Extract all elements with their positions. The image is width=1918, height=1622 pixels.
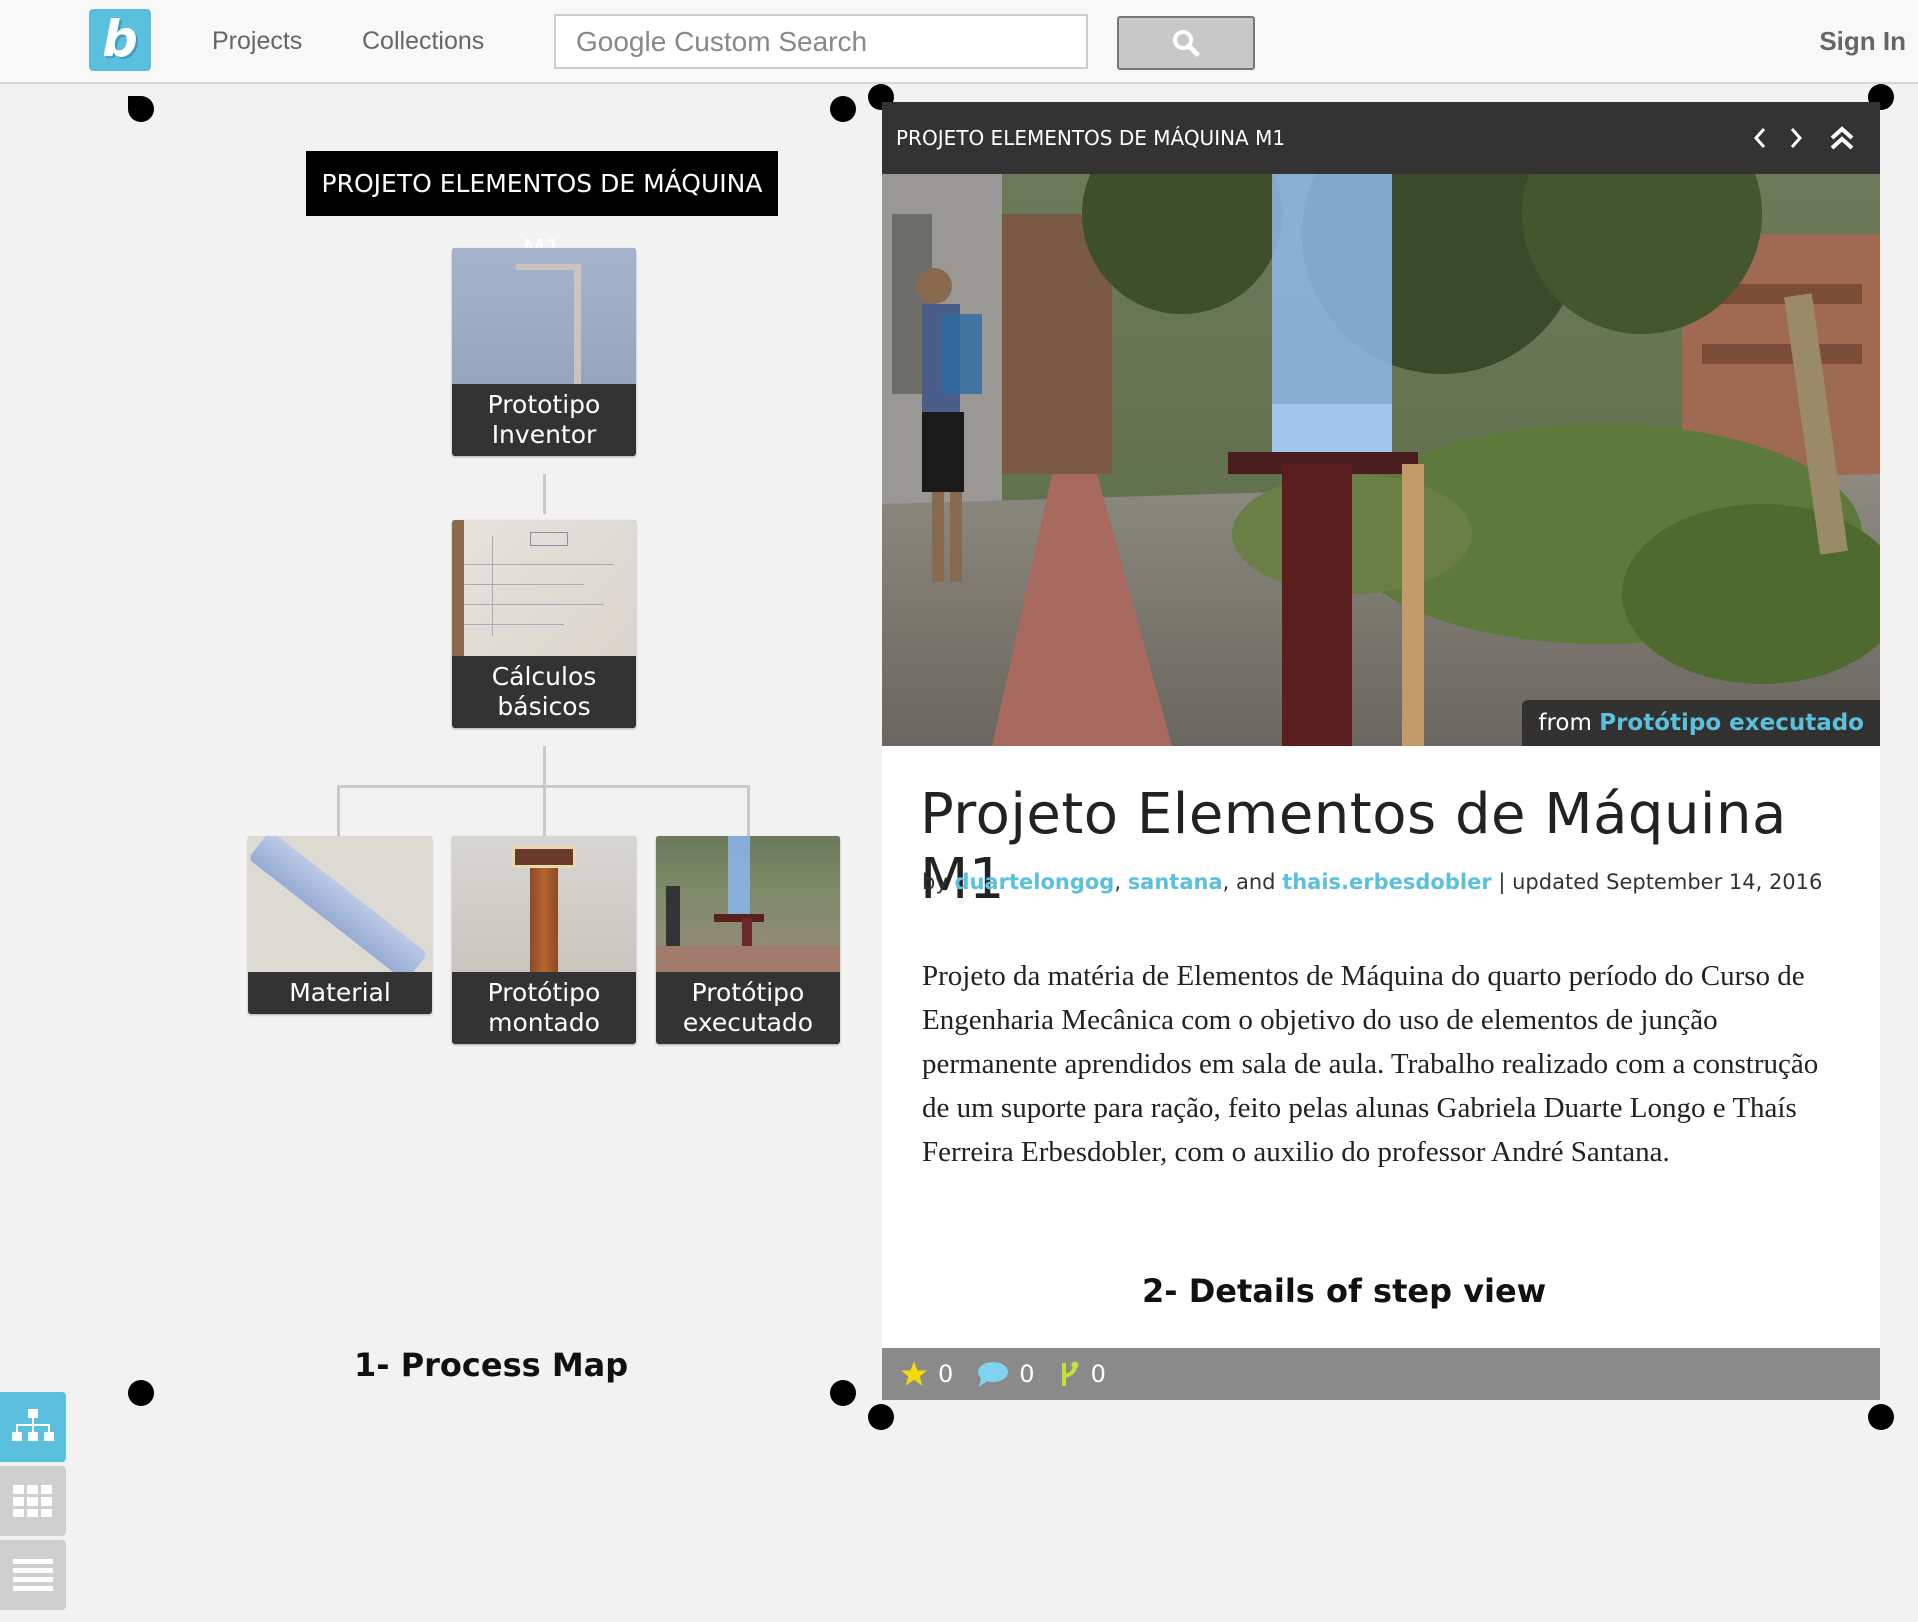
step-photo[interactable]: from Protótipo executado [882,174,1880,746]
branch-icon [1061,1361,1079,1386]
step-thumbnail [452,248,636,384]
step-node-prototipo-montado[interactable]: Protótipo montado [452,836,636,1044]
process-map-caption: 1- Process Map [354,1346,629,1384]
corner-marker [1868,1404,1894,1430]
step-node-material[interactable]: Material [248,836,432,1014]
sign-in-link[interactable]: Sign In [1819,26,1906,57]
star-icon [901,1361,927,1386]
step-node-label: Prototipo Inventor [487,390,601,449]
search-icon [1173,30,1200,57]
grid-view-icon [13,1485,52,1517]
step-detail-caption: 2- Details of step view [1142,1272,1547,1310]
nav-projects-link[interactable]: Projects [212,27,302,56]
connector-line [543,474,546,514]
step-byline: by duartelongog, santana, and thais.erbe… [922,870,1822,894]
step-node-label: Material [289,978,391,1007]
tree-view-icon [12,1409,54,1441]
photo-source-label: from Protótipo executado [1522,700,1880,746]
step-node-label: Protótipo montado [487,978,601,1037]
search-input[interactable] [556,16,1086,67]
list-view-icon [13,1559,53,1591]
branch-stat[interactable]: 0 [1059,1360,1106,1388]
step-detail-header: PROJETO ELEMENTOS DE MÁQUINA M1 [882,102,1880,174]
list-view-button[interactable] [0,1540,66,1610]
logo-icon[interactable]: b [89,9,151,71]
nav-collections-link[interactable]: Collections [362,27,484,56]
step-thumbnail [452,520,636,656]
search-button[interactable] [1117,16,1255,70]
corner-marker [128,96,154,122]
search-box [554,14,1088,69]
corner-marker [830,1380,856,1406]
star-count: 0 [938,1360,954,1388]
step-thumbnail [656,836,840,972]
step-node-label: Protótipo executado [682,978,814,1037]
author-link-thais-erbesdobler[interactable]: thais.erbesdobler [1282,870,1492,894]
collapse-button[interactable] [1824,102,1860,174]
grid-view-button[interactable] [0,1466,66,1536]
star-stat[interactable]: 0 [900,1360,953,1388]
top-navbar: b Projects Collections Sign In [0,0,1918,84]
comment-stat[interactable]: 0 [977,1360,1035,1388]
project-title[interactable]: PROJETO ELEMENTOS DE MÁQUINA M1 [306,151,778,263]
author-link-santana[interactable]: santana [1128,870,1223,894]
step-detail-footer: 0 0 0 [882,1348,1880,1400]
photo-source-step-link[interactable]: Protótipo executado [1599,710,1864,736]
corner-marker [868,1404,894,1430]
byline-and: , and [1222,870,1276,894]
step-detail-header-title: PROJETO ELEMENTOS DE MÁQUINA M1 [896,126,1286,150]
byline-updated: | updated September 14, 2016 [1498,870,1823,894]
step-description: Projeto da matéria de Elementos de Máqui… [922,960,1819,1168]
tree-view-button[interactable] [0,1392,66,1462]
step-detail-panel: PROJETO ELEMENTOS DE MÁQUINA M1 from Pro… [882,102,1880,1400]
chevron-left-icon [1753,128,1766,148]
step-node-label: Cálculos básicos [491,662,597,721]
comment-count: 0 [1019,1360,1035,1388]
corner-marker [128,1380,154,1406]
connector-line [543,785,546,837]
next-step-button[interactable] [1778,102,1814,174]
step-node-calculos-basicos[interactable]: Cálculos básicos [452,520,636,728]
connector-line [747,785,750,837]
author-link-duartelongog[interactable]: duartelongog [954,870,1114,894]
byline-by: by [922,870,948,894]
step-thumbnail [248,836,432,972]
chevron-right-icon [1790,128,1803,148]
step-node-prototipo-inventor[interactable]: Prototipo Inventor [452,248,636,456]
photo-source-prefix: from [1538,710,1592,736]
step-thumbnail [452,836,636,972]
step-node-prototipo-executado[interactable]: Protótipo executado [656,836,840,1044]
connector-line [337,785,340,837]
corner-marker [830,96,856,122]
connector-line [543,746,546,786]
double-chevron-up-icon [1830,126,1854,150]
byline-separator: , [1114,870,1121,894]
step-photo-image [882,174,1880,746]
branch-count: 0 [1090,1360,1106,1388]
comment-icon [978,1362,1009,1387]
previous-step-button[interactable] [1742,102,1778,174]
